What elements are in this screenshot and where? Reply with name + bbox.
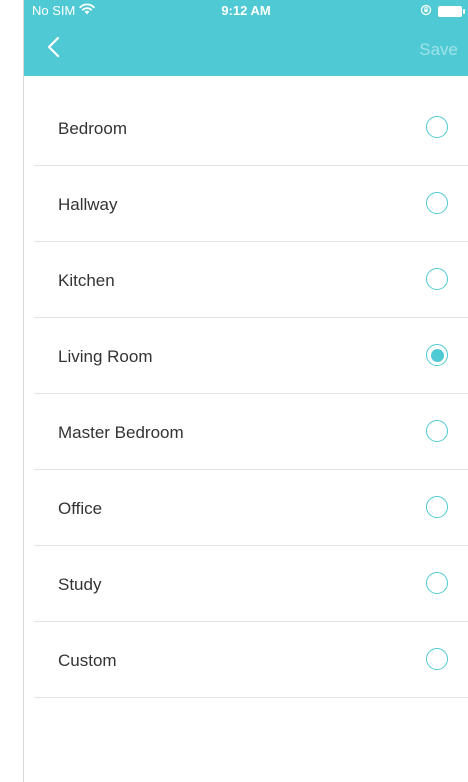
room-label: Bedroom bbox=[58, 119, 127, 138]
room-label: Master Bedroom bbox=[58, 423, 184, 442]
back-button[interactable] bbox=[36, 32, 70, 66]
left-frame-edge bbox=[0, 0, 24, 782]
room-option[interactable]: Bedroom bbox=[34, 90, 468, 166]
room-select-screen: No SIM 9:12 AM Save Bedroom Hallway Kitc… bbox=[24, 0, 468, 782]
room-label: Study bbox=[58, 575, 102, 594]
save-button[interactable]: Save bbox=[419, 40, 458, 60]
radio-button[interactable] bbox=[426, 344, 448, 366]
room-label: Kitchen bbox=[58, 271, 115, 290]
room-option[interactable]: Office bbox=[34, 470, 468, 546]
radio-button[interactable] bbox=[426, 268, 448, 290]
radio-button[interactable] bbox=[426, 116, 448, 138]
room-label: Living Room bbox=[58, 347, 153, 366]
room-list: Bedroom Hallway Kitchen Living Room Mast… bbox=[24, 90, 468, 698]
battery-icon bbox=[438, 6, 465, 17]
room-option[interactable]: Custom bbox=[34, 622, 468, 698]
room-option[interactable]: Study bbox=[34, 546, 468, 622]
radio-dot bbox=[430, 348, 444, 362]
status-time: 9:12 AM bbox=[221, 3, 271, 18]
status-bar: No SIM 9:12 AM bbox=[24, 0, 468, 22]
nav-bar: Save bbox=[24, 22, 468, 76]
chevron-left-icon bbox=[46, 36, 60, 63]
radio-button[interactable] bbox=[426, 648, 448, 670]
radio-button[interactable] bbox=[426, 496, 448, 518]
room-option[interactable]: Living Room bbox=[34, 318, 468, 394]
radio-button[interactable] bbox=[426, 420, 448, 442]
room-label: Custom bbox=[58, 651, 117, 670]
room-label: Hallway bbox=[58, 195, 118, 214]
status-right bbox=[420, 4, 465, 19]
room-label: Office bbox=[58, 499, 103, 518]
radio-button[interactable] bbox=[426, 192, 448, 214]
header: No SIM 9:12 AM Save bbox=[24, 0, 468, 76]
room-option[interactable]: Kitchen bbox=[34, 242, 468, 318]
room-option[interactable]: Hallway bbox=[34, 166, 468, 242]
room-option[interactable]: Master Bedroom bbox=[34, 394, 468, 470]
orientation-lock-icon bbox=[420, 4, 432, 19]
radio-button[interactable] bbox=[426, 572, 448, 594]
